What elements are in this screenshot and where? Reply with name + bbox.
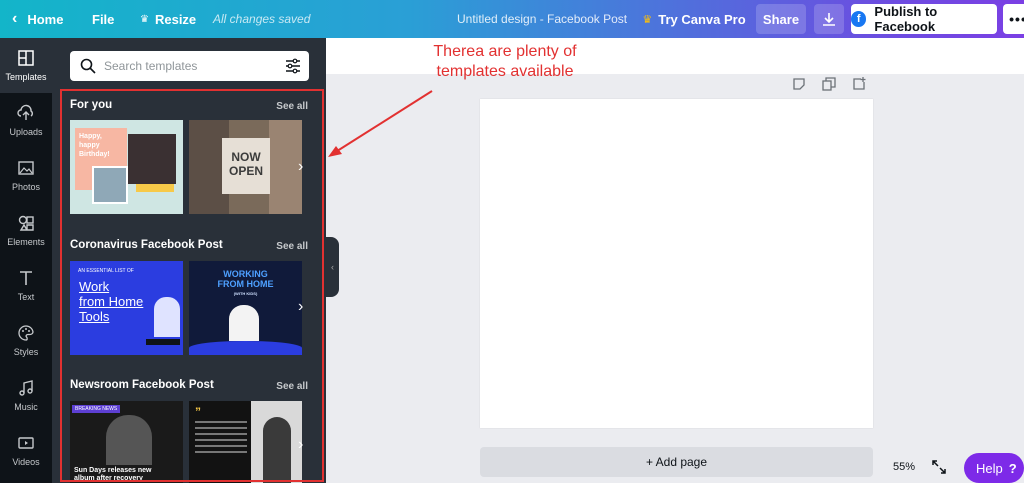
templates-icon	[18, 50, 34, 66]
rail-label: Text	[17, 292, 35, 302]
rail-label: Uploads	[9, 127, 43, 137]
add-page-button[interactable]: + Add page	[480, 447, 873, 477]
note-icon[interactable]	[792, 77, 806, 91]
collapse-panel-handle[interactable]: ‹	[326, 237, 339, 297]
help-label: Help	[976, 460, 1003, 476]
rail-item-music[interactable]: Music	[0, 368, 52, 423]
photo-icon	[18, 161, 34, 175]
home-label: Home	[27, 11, 64, 27]
rail-label: Music	[14, 402, 38, 412]
design-title[interactable]: Untitled design - Facebook Post	[457, 0, 627, 38]
chevron-left-icon: ‹	[331, 262, 334, 272]
resize-label: Resize	[154, 11, 197, 27]
chevron-left-icon: ‹	[12, 10, 18, 27]
design-canvas[interactable]	[480, 99, 873, 428]
rail-item-text[interactable]: Text	[0, 258, 52, 313]
rail-label: Styles	[13, 347, 39, 357]
more-options-button[interactable]: •••	[1003, 4, 1024, 34]
more-icon: •••	[1009, 11, 1024, 27]
rail-label: Templates	[5, 72, 47, 82]
video-icon	[18, 437, 34, 449]
annotation-line: Therea are plenty of	[433, 43, 577, 60]
rail-item-photos[interactable]: Photos	[0, 148, 52, 203]
rail-item-videos[interactable]: Videos	[0, 423, 52, 478]
add-page-icon[interactable]	[852, 77, 866, 91]
rail-label: Elements	[7, 237, 45, 247]
side-rail: Templates Uploads Photos Elements Text S…	[0, 38, 52, 483]
annotation-text: Therea are plenty of templates available	[405, 42, 605, 82]
highlight-box	[60, 89, 324, 482]
rail-item-elements[interactable]: Elements	[0, 203, 52, 258]
rail-item-styles[interactable]: Styles	[0, 313, 52, 368]
zoom-level[interactable]: 55%	[893, 461, 915, 473]
help-button[interactable]: Help ?	[964, 453, 1024, 483]
text-icon	[20, 271, 32, 285]
music-icon	[19, 380, 33, 396]
duplicate-icon[interactable]	[822, 77, 836, 91]
facebook-icon: f	[851, 11, 867, 27]
top-bar: ‹ Home File ♛ Resize All changes saved U…	[0, 0, 1024, 38]
annotation-line: templates available	[436, 63, 574, 80]
shapes-icon	[18, 215, 34, 231]
rail-label: Videos	[12, 457, 40, 467]
save-status: All changes saved	[213, 12, 311, 26]
fullscreen-icon[interactable]	[932, 460, 946, 474]
try-pro-label: Try Canva Pro	[658, 11, 746, 27]
search-templates-input[interactable]: Search templates	[70, 51, 309, 81]
rail-item-templates[interactable]: Templates	[0, 38, 52, 93]
upload-icon	[17, 104, 33, 120]
crown-icon: ♛	[642, 13, 653, 26]
try-canva-pro-button[interactable]: ♛ Try Canva Pro	[638, 4, 750, 34]
palette-icon	[18, 325, 34, 341]
file-menu[interactable]: File	[92, 0, 114, 38]
rail-label: Photos	[11, 182, 41, 192]
publish-to-facebook-button[interactable]: f Publish to Facebook	[851, 4, 997, 34]
publish-label: Publish to Facebook	[874, 4, 938, 34]
annotation-arrow	[328, 90, 433, 157]
search-placeholder: Search templates	[104, 59, 198, 73]
crown-icon: ♛	[140, 13, 149, 25]
download-button[interactable]	[814, 4, 844, 34]
resize-button[interactable]: ♛ Resize	[140, 0, 196, 38]
page-actions	[792, 77, 866, 91]
home-button[interactable]: ‹ Home	[12, 0, 63, 38]
help-question-icon: ?	[1008, 460, 1017, 476]
rail-item-uploads[interactable]: Uploads	[0, 93, 52, 148]
share-button[interactable]: Share	[756, 4, 806, 34]
filter-icon[interactable]	[285, 58, 301, 74]
download-icon	[823, 13, 835, 26]
search-icon	[80, 58, 96, 74]
